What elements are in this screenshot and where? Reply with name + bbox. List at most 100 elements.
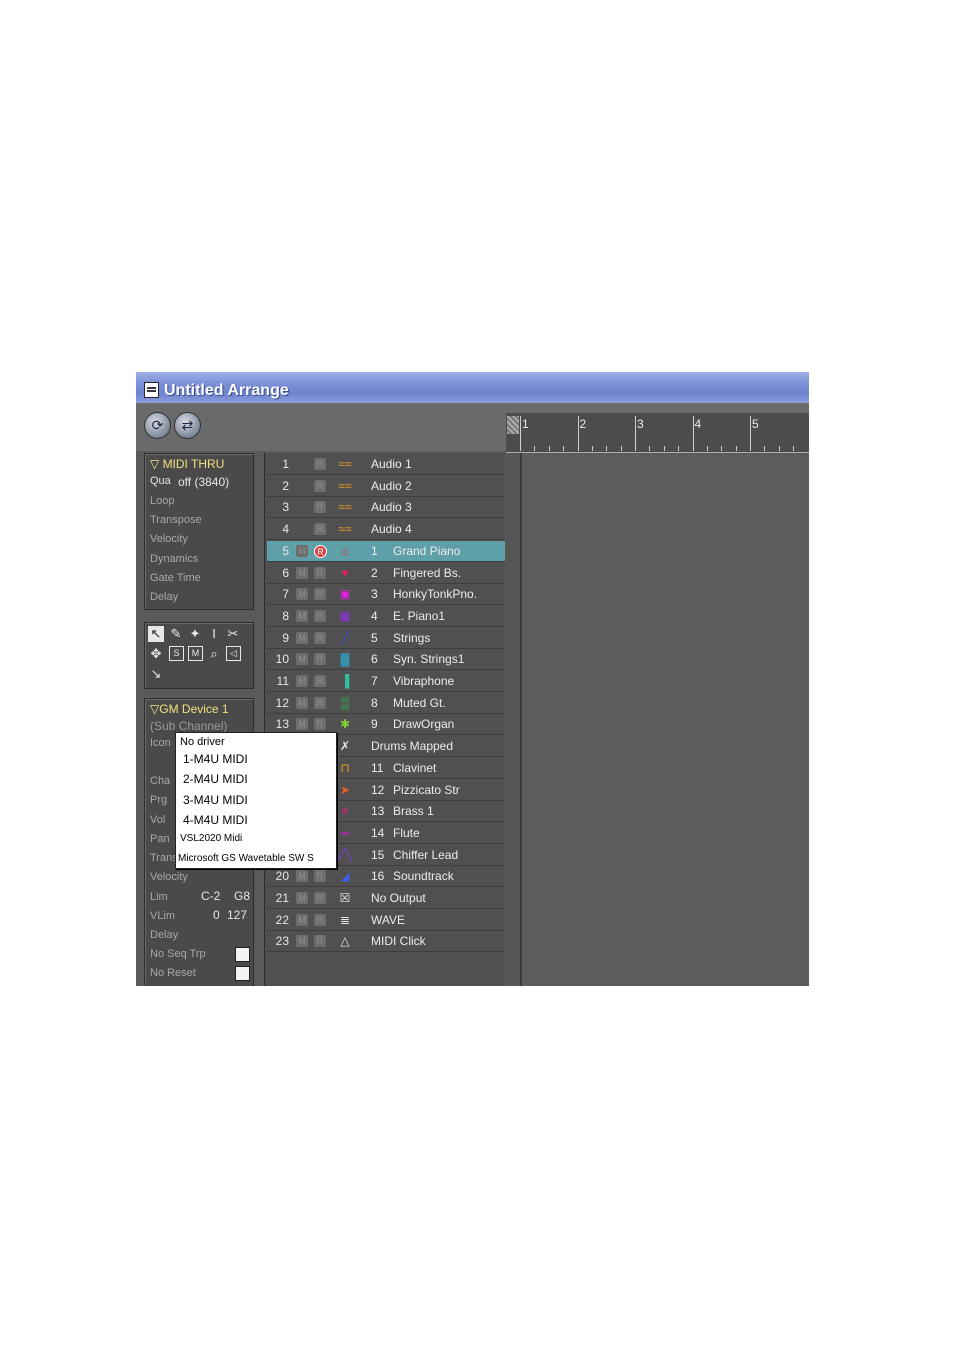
param-transpose[interactable]: Transpose	[150, 514, 202, 526]
velocity-limit-high-value[interactable]: 127	[227, 908, 247, 922]
menu-item-2-m4u-midi[interactable]: 2-M4U MIDI	[183, 772, 248, 786]
track-name[interactable]: 14 Flute	[371, 826, 420, 840]
record-button[interactable]: R	[314, 544, 327, 558]
cycle-icon[interactable]: ⟳	[144, 412, 171, 439]
link-icon[interactable]: ⇄	[174, 412, 201, 439]
record-button[interactable]: R	[314, 935, 326, 948]
scissors-icon[interactable]: ✂	[225, 626, 241, 642]
track-name[interactable]: Audio 1	[371, 457, 412, 471]
mute-button[interactable]: M	[296, 892, 308, 904]
track-row[interactable]: 7 M R ▣ 3 HonkyTonkPno.	[267, 584, 505, 606]
locator-handle[interactable]	[507, 416, 519, 434]
instrument-header[interactable]: ▽GM Device 1	[150, 702, 229, 716]
param-dynamics[interactable]: Dynamics	[150, 553, 198, 565]
record-button[interactable]: R	[314, 523, 326, 536]
velocity-limit-low-value[interactable]: 0	[213, 908, 220, 922]
track-row[interactable]: 11 M R ▐ 7 Vibraphone	[267, 671, 505, 692]
track-name[interactable]: Drums Mapped	[371, 739, 453, 753]
eraser-icon[interactable]: ✦	[187, 626, 203, 642]
text-icon[interactable]: I	[206, 626, 222, 642]
track-name[interactable]: 7 Vibraphone	[371, 674, 454, 688]
record-button[interactable]: R	[314, 501, 326, 514]
midi-thru-header[interactable]: ▽ MIDI THRU	[150, 457, 224, 471]
mute-button[interactable]: M	[296, 631, 308, 644]
magnifier-icon[interactable]: ⌕	[206, 646, 222, 662]
menu-item-no-driver[interactable]: No driver	[180, 736, 225, 748]
track-row[interactable]: 5 M R ⌂ 1 Grand Piano	[267, 540, 505, 562]
param-gate-time[interactable]: Gate Time	[150, 572, 201, 584]
record-button[interactable]: R	[314, 631, 326, 644]
mute-button[interactable]: M	[296, 609, 308, 622]
track-row[interactable]: 9 M R ╱ 5 Strings	[267, 627, 505, 649]
track-row[interactable]: 23 M R △ MIDI Click	[267, 931, 505, 953]
track-row[interactable]: 6 M R ♥ 2 Fingered Bs.	[267, 562, 505, 584]
mute-button[interactable]: M	[296, 913, 308, 926]
limit-high-value[interactable]: G8	[234, 889, 250, 903]
track-row[interactable]: 20 M R ◢ 16 Soundtrack	[267, 866, 505, 888]
track-row[interactable]: 3 R ≈≈ Audio 3	[267, 497, 505, 519]
track-name[interactable]: 4 E. Piano1	[371, 609, 445, 623]
arrange-area[interactable]	[506, 453, 809, 986]
param-loop[interactable]: Loop	[150, 495, 174, 507]
record-button[interactable]: R	[314, 718, 326, 731]
menu-item-microsoft-gs-wavetable[interactable]: Microsoft GS Wavetable SW S	[178, 853, 314, 864]
track-name[interactable]: 13 Brass 1	[371, 804, 434, 818]
track-name[interactable]: WAVE	[371, 913, 405, 927]
no-seq-trp-checkbox[interactable]	[235, 947, 250, 962]
record-button[interactable]: R	[314, 653, 326, 666]
mute-button[interactable]: M	[296, 696, 308, 709]
qua-value[interactable]: off (3840)	[178, 475, 229, 489]
track-name[interactable]: 1 Grand Piano	[371, 544, 460, 558]
automation-pointer-icon[interactable]: ↘	[148, 666, 164, 682]
track-row[interactable]: 22 M R ≣ WAVE	[267, 909, 505, 931]
crossfade-icon[interactable]: ◁	[226, 646, 241, 661]
record-button[interactable]: R	[314, 675, 326, 687]
track-name[interactable]: 5 Strings	[371, 631, 430, 645]
track-name[interactable]: 12 Pizzicato Str	[371, 783, 460, 797]
track-row[interactable]: 12 M R ▒ 8 Muted Gt.	[267, 692, 505, 714]
solo-icon[interactable]: S	[169, 646, 184, 661]
limit-low-value[interactable]: C-2	[201, 889, 220, 903]
song-position-line[interactable]	[520, 453, 522, 986]
track-name[interactable]: Audio 2	[371, 479, 412, 493]
track-row[interactable]: 21 M R ☒ No Output	[267, 888, 505, 909]
mute-icon[interactable]: M	[188, 646, 203, 661]
mute-button[interactable]: M	[296, 870, 308, 883]
track-name[interactable]: 3 HonkyTonkPno.	[371, 587, 477, 601]
track-name[interactable]: Audio 3	[371, 500, 412, 514]
track-name[interactable]: Audio 4	[371, 522, 412, 536]
track-name[interactable]: 8 Muted Gt.	[371, 696, 446, 710]
record-button[interactable]: R	[314, 696, 326, 709]
no-reset-checkbox[interactable]	[235, 966, 250, 981]
track-name[interactable]: MIDI Click	[371, 934, 426, 948]
pointer-icon[interactable]: ↖	[148, 626, 164, 642]
param-velocity[interactable]: Velocity	[150, 533, 188, 545]
track-name[interactable]: 11 Clavinet	[371, 761, 436, 775]
track-name[interactable]: 6 Syn. Strings1	[371, 652, 464, 666]
mute-button[interactable]: M	[296, 566, 308, 579]
track-name[interactable]: No Output	[371, 891, 426, 905]
mute-button[interactable]: M	[296, 935, 308, 948]
menu-item-1-m4u-midi[interactable]: 1-M4U MIDI	[183, 752, 248, 766]
pencil-icon[interactable]: ✎	[168, 626, 184, 642]
window-icon[interactable]	[144, 382, 159, 398]
mute-button[interactable]: M	[296, 718, 308, 731]
glue-icon[interactable]: ✥	[148, 646, 164, 662]
track-name[interactable]: 2 Fingered Bs.	[371, 566, 461, 580]
record-button[interactable]: R	[314, 892, 326, 904]
record-button[interactable]: R	[314, 479, 326, 492]
track-name[interactable]: 9 DrawOrgan	[371, 717, 454, 731]
param-delay[interactable]: Delay	[150, 591, 178, 603]
track-name[interactable]: 15 Chiffer Lead	[371, 848, 458, 862]
record-button[interactable]: R	[314, 870, 326, 883]
track-row[interactable]: 1 R ≈≈ Audio 1	[267, 454, 505, 475]
mute-button[interactable]: M	[296, 653, 308, 666]
record-button[interactable]: R	[314, 609, 326, 622]
bar-ruler[interactable]: 1 2 3 4 5	[506, 413, 809, 453]
track-row[interactable]: 10 M R ▓ 6 Syn. Strings1	[267, 649, 505, 671]
record-button[interactable]: R	[314, 458, 326, 470]
track-row[interactable]: 4 R ≈≈ Audio 4	[267, 519, 505, 541]
mute-button[interactable]: M	[296, 588, 308, 601]
record-button[interactable]: R	[314, 566, 326, 579]
menu-item-vsl2020-midi[interactable]: VSL2020 Midi	[180, 833, 242, 844]
